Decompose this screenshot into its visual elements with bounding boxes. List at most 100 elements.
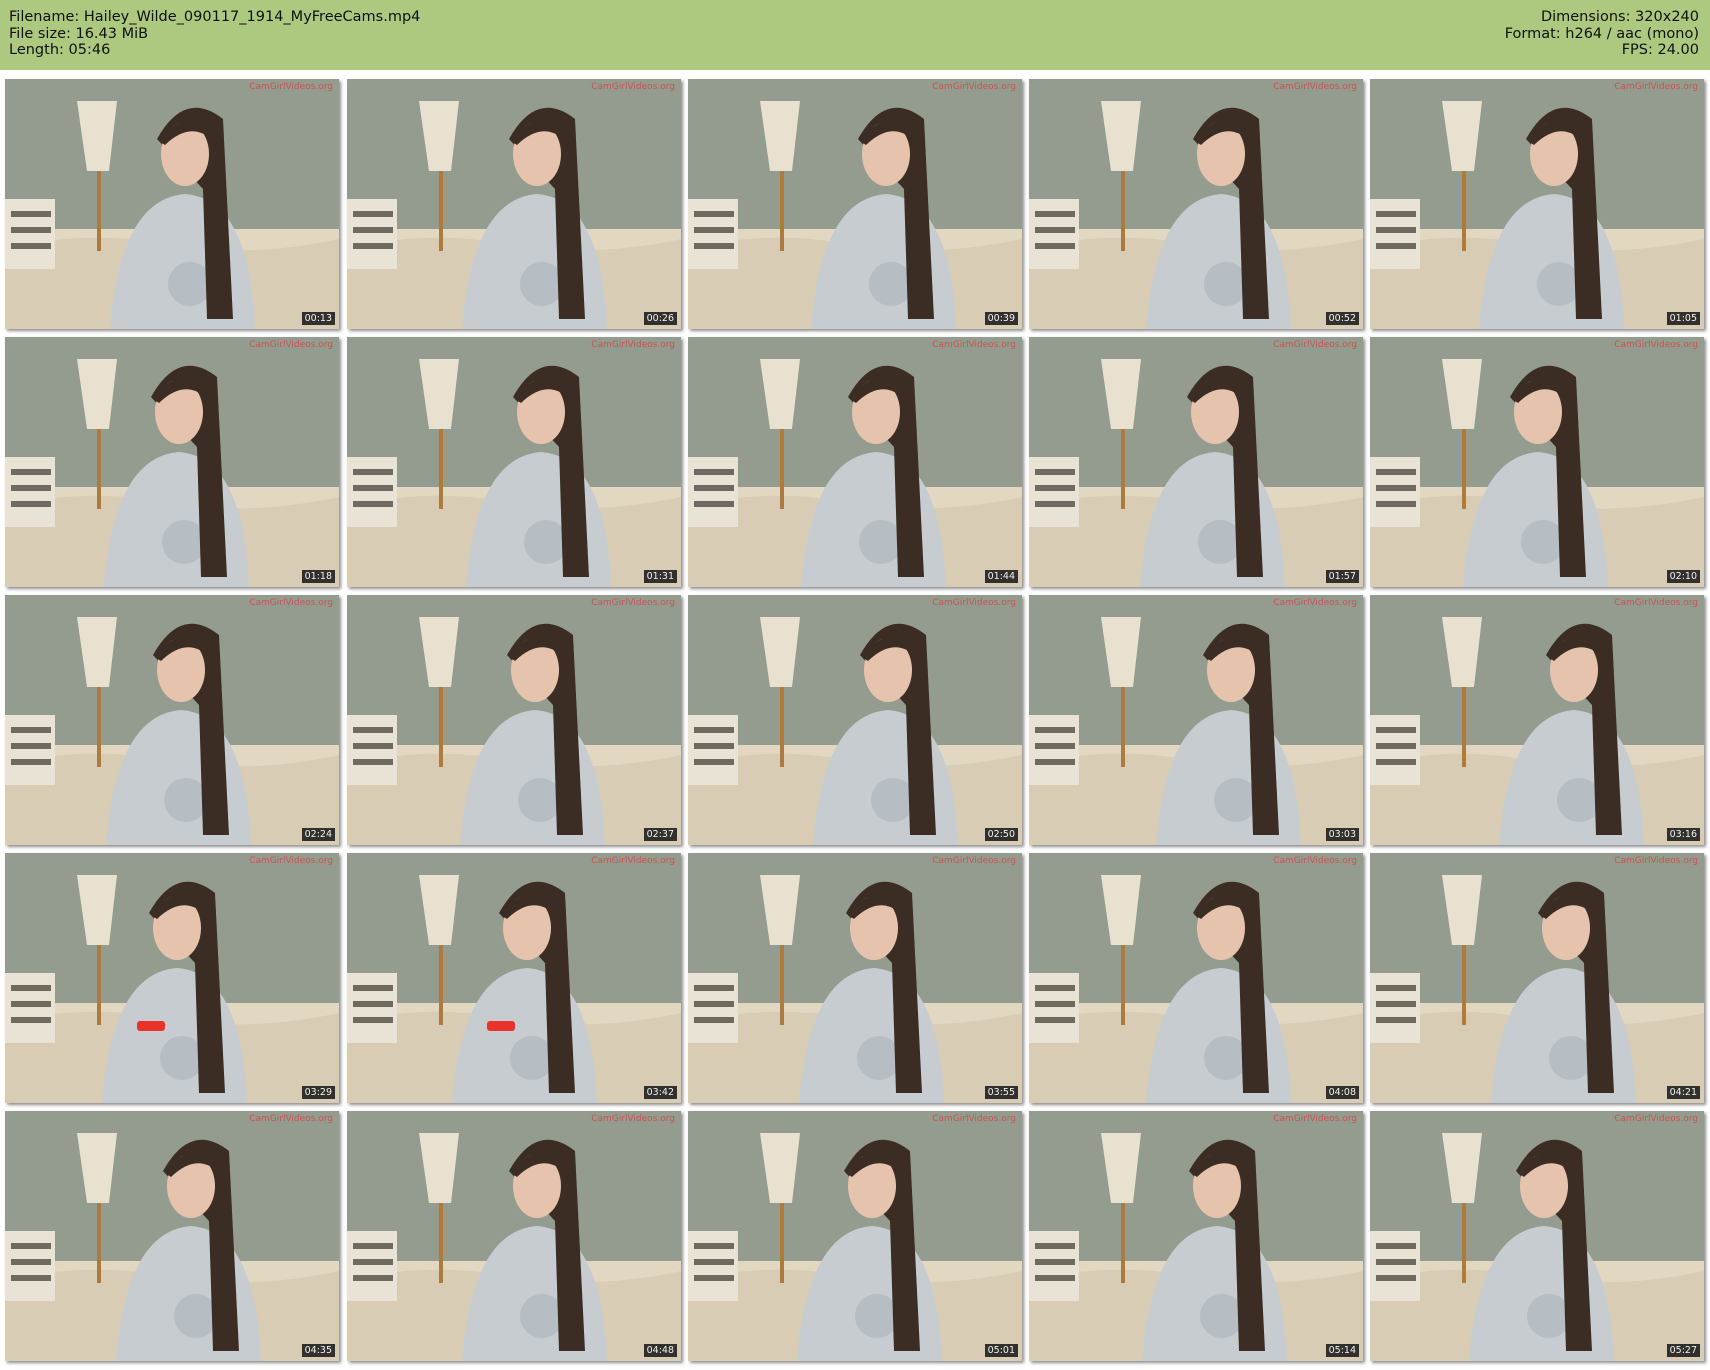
watermark: CamGirlVideos.org	[1614, 340, 1698, 350]
watermark: CamGirlVideos.org	[1273, 856, 1357, 866]
frame-image	[1370, 853, 1704, 1103]
watermark: CamGirlVideos.org	[932, 856, 1016, 866]
video-thumbnail: CamGirlVideos.org 02:24	[5, 595, 339, 845]
frame-image	[688, 337, 1022, 587]
video-thumbnail: CamGirlVideos.org 01:44	[688, 337, 1022, 587]
timestamp-label: 01:44	[984, 570, 1018, 583]
timestamp-label: 02:10	[1666, 570, 1700, 583]
video-thumbnail: CamGirlVideos.org 03:29	[5, 853, 339, 1103]
video-thumbnail: CamGirlVideos.org 05:01	[688, 1111, 1022, 1361]
timestamp-label: 03:16	[1666, 828, 1700, 841]
file-info-left: Filename: Hailey_Wilde_090117_1914_MyFre…	[9, 9, 420, 59]
frame-image	[1029, 337, 1363, 587]
frame-image	[1029, 79, 1363, 329]
watermark: CamGirlVideos.org	[1614, 598, 1698, 608]
length-text: Length: 05:46	[9, 42, 111, 58]
format-text: Format: h264 / aac (mono)	[1504, 25, 1699, 42]
watermark: CamGirlVideos.org	[932, 340, 1016, 350]
watermark: CamGirlVideos.org	[249, 856, 333, 866]
watermark: CamGirlVideos.org	[1273, 598, 1357, 608]
watermark: CamGirlVideos.org	[1273, 340, 1357, 350]
frame-image	[688, 79, 1022, 329]
timestamp-label: 00:39	[984, 312, 1018, 325]
frame-image	[347, 595, 681, 845]
video-thumbnail: CamGirlVideos.org 03:16	[1370, 595, 1704, 845]
frame-image	[5, 337, 339, 587]
watermark: CamGirlVideos.org	[932, 598, 1016, 608]
timestamp-label: 05:01	[984, 1344, 1018, 1357]
watermark: CamGirlVideos.org	[591, 856, 675, 866]
video-thumbnail: CamGirlVideos.org 00:13	[5, 79, 339, 329]
frame-image	[1029, 1111, 1363, 1361]
fps-text: FPS: 24.00	[1621, 42, 1699, 58]
timestamp-label: 01:31	[643, 570, 677, 583]
frame-image	[1029, 595, 1363, 845]
video-thumbnail: CamGirlVideos.org 01:31	[347, 337, 681, 587]
frame-image	[5, 79, 339, 329]
frame-image	[347, 337, 681, 587]
frame-image	[347, 853, 681, 1103]
timestamp-label: 05:27	[1666, 1344, 1700, 1357]
frame-image	[1370, 337, 1704, 587]
frame-image	[688, 595, 1022, 845]
watermark: CamGirlVideos.org	[591, 1114, 675, 1124]
frame-image	[5, 1111, 339, 1361]
frame-image	[1029, 853, 1363, 1103]
file-size-text: File size: 16.43 MiB	[9, 25, 149, 42]
timestamp-label: 03:42	[643, 1086, 677, 1099]
video-thumbnail: CamGirlVideos.org 00:26	[347, 79, 681, 329]
timestamp-label: 02:50	[984, 828, 1018, 841]
video-thumbnail: CamGirlVideos.org 04:08	[1029, 853, 1363, 1103]
video-thumbnail: CamGirlVideos.org 02:37	[347, 595, 681, 845]
watermark: CamGirlVideos.org	[932, 1114, 1016, 1124]
watermark: CamGirlVideos.org	[249, 340, 333, 350]
frame-image	[5, 853, 339, 1103]
frame-image	[5, 595, 339, 845]
frame-image	[347, 1111, 681, 1361]
frame-image	[1370, 79, 1704, 329]
timestamp-label: 00:52	[1325, 312, 1359, 325]
frame-image	[1370, 1111, 1704, 1361]
video-thumbnail: CamGirlVideos.org 00:52	[1029, 79, 1363, 329]
frame-image	[1370, 595, 1704, 845]
timestamp-label: 00:13	[301, 312, 335, 325]
info-header: Filename: Hailey_Wilde_090117_1914_MyFre…	[0, 0, 1710, 70]
video-thumbnail: CamGirlVideos.org 01:18	[5, 337, 339, 587]
timestamp-label: 02:24	[301, 828, 335, 841]
timestamp-label: 04:21	[1666, 1086, 1700, 1099]
video-thumbnail: CamGirlVideos.org 02:50	[688, 595, 1022, 845]
watermark: CamGirlVideos.org	[591, 82, 675, 92]
timestamp-label: 01:05	[1666, 312, 1700, 325]
watermark: CamGirlVideos.org	[1614, 856, 1698, 866]
frame-image	[347, 79, 681, 329]
video-thumbnail: CamGirlVideos.org 02:10	[1370, 337, 1704, 587]
frame-image	[688, 853, 1022, 1103]
timestamp-label: 03:55	[984, 1086, 1018, 1099]
timestamp-label: 01:18	[301, 570, 335, 583]
watermark: CamGirlVideos.org	[249, 598, 333, 608]
timestamp-label: 03:03	[1325, 828, 1359, 841]
watermark: CamGirlVideos.org	[1614, 1114, 1698, 1124]
timestamp-label: 02:37	[643, 828, 677, 841]
video-thumbnail: CamGirlVideos.org 01:05	[1370, 79, 1704, 329]
dimensions-text: Dimensions: 320x240	[1540, 9, 1699, 25]
video-thumbnail: CamGirlVideos.org 03:03	[1029, 595, 1363, 845]
timestamp-label: 04:48	[643, 1344, 677, 1357]
watermark: CamGirlVideos.org	[591, 340, 675, 350]
watermark: CamGirlVideos.org	[249, 82, 333, 92]
frame-image	[688, 1111, 1022, 1361]
file-info-right: Dimensions: 320x240 Format: h264 / aac (…	[1505, 9, 1699, 59]
watermark: CamGirlVideos.org	[1273, 1114, 1357, 1124]
watermark: CamGirlVideos.org	[249, 1114, 333, 1124]
video-thumbnail: CamGirlVideos.org 03:55	[688, 853, 1022, 1103]
filename-text: Filename: Hailey_Wilde_090117_1914_MyFre…	[9, 9, 421, 25]
timestamp-label: 00:26	[643, 312, 677, 325]
thumbnail-grid: CamGirlVideos.org 00:13 CamGirlVideos.org 0…	[0, 76, 1710, 1370]
video-thumbnail: CamGirlVideos.org 04:48	[347, 1111, 681, 1361]
timestamp-label: 03:29	[301, 1086, 335, 1099]
video-thumbnail: CamGirlVideos.org 01:57	[1029, 337, 1363, 587]
video-thumbnail: CamGirlVideos.org 05:27	[1370, 1111, 1704, 1361]
video-thumbnail: CamGirlVideos.org 04:35	[5, 1111, 339, 1361]
timestamp-label: 04:08	[1325, 1086, 1359, 1099]
video-thumbnail: CamGirlVideos.org 04:21	[1370, 853, 1704, 1103]
